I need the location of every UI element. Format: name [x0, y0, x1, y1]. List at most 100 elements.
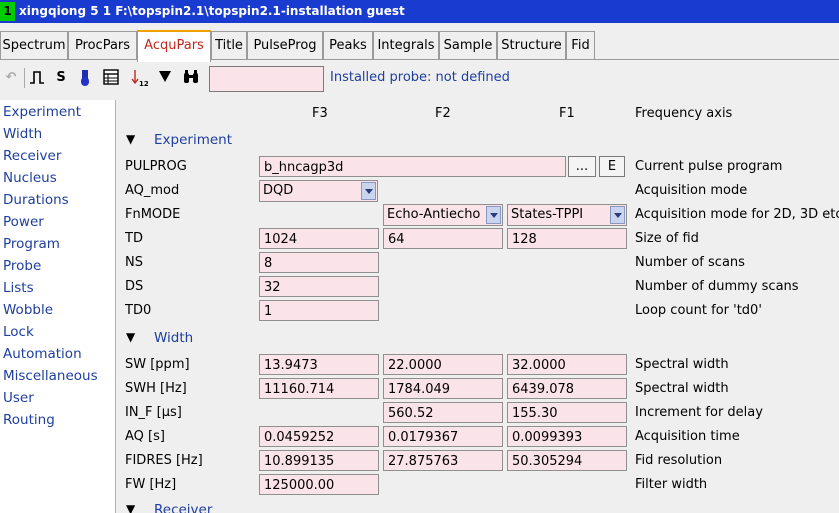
fnmode-f2-select[interactable]: Echo-Antiecho	[383, 204, 503, 226]
sidebar-item-durations[interactable]: Durations	[3, 192, 69, 208]
column-header-f1: F1	[559, 106, 575, 121]
column-header-f2: F2	[435, 106, 451, 121]
in-f-f1-field[interactable]: 155.30	[507, 402, 627, 423]
collapse-triangle-icon[interactable]: ▼	[126, 330, 135, 344]
aq-f3-field[interactable]: 0.0459252	[259, 426, 379, 447]
param-desc-aq-mod: Acquisition mode	[635, 183, 748, 198]
tab-structure[interactable]: Structure	[497, 31, 566, 59]
param-desc-sw: Spectral width	[635, 357, 729, 372]
chevron-down-icon[interactable]	[361, 182, 376, 200]
chevron-down-icon[interactable]	[486, 206, 501, 224]
td-f3-field[interactable]: 1024	[259, 228, 379, 249]
sidebar-item-automation[interactable]: Automation	[3, 346, 82, 362]
chevron-down-icon[interactable]	[610, 206, 625, 224]
sidebar-item-routing[interactable]: Routing	[3, 412, 55, 428]
param-desc-td0: Loop count for 'td0'	[635, 303, 762, 318]
ns-field[interactable]: 8	[259, 252, 379, 273]
sidebar-item-program[interactable]: Program	[3, 236, 60, 252]
table-icon[interactable]	[100, 66, 122, 90]
window-title: xingqiong 5 1 F:\topspin2.1\topspin2.1-i…	[19, 4, 405, 18]
pulprog-field[interactable]: b_hncagp3d	[259, 156, 566, 177]
in-f-f2-field[interactable]: 560.52	[383, 402, 503, 423]
fnmode-f1-select[interactable]: States-TPPI	[507, 204, 627, 226]
section-experiment[interactable]: Experiment	[154, 132, 232, 148]
fidres-f2-field[interactable]: 27.875763	[383, 450, 503, 471]
param-desc-fw: Filter width	[635, 477, 708, 492]
column-header-f3: F3	[312, 106, 328, 121]
tab-sample[interactable]: Sample	[439, 31, 497, 59]
sidebar-item-experiment[interactable]: Experiment	[3, 104, 81, 120]
s-icon[interactable]: S	[50, 66, 72, 90]
tab-peaks[interactable]: Peaks	[323, 31, 373, 59]
tab-integrals[interactable]: Integrals	[373, 31, 439, 59]
fnmode-f1-value: States-TPPI	[511, 207, 584, 222]
param-label-fnmode: FnMODE	[125, 207, 181, 222]
swh-f3-field[interactable]: 11160.714	[259, 378, 379, 399]
td0-field[interactable]: 1	[259, 300, 379, 321]
collapse-triangle-icon[interactable]: ▼	[126, 502, 135, 513]
tab-title[interactable]: Title	[211, 31, 247, 59]
param-label-ns: NS	[125, 255, 143, 270]
tab-spectrum[interactable]: Spectrum	[0, 31, 68, 59]
probe-tube-icon[interactable]	[74, 66, 96, 90]
section-width[interactable]: Width	[154, 330, 193, 346]
param-desc-ds: Number of dummy scans	[635, 279, 799, 294]
param-label-ds: DS	[125, 279, 144, 294]
param-desc-swh: Spectral width	[635, 381, 729, 396]
aq-mod-select[interactable]: DQD	[259, 180, 378, 202]
section-receiver[interactable]: Receiver	[154, 502, 212, 513]
param-label-sw: SW [ppm]	[125, 357, 190, 372]
param-desc-in-f: Increment for delay	[635, 405, 763, 420]
sidebar-item-nucleus[interactable]: Nucleus	[3, 170, 57, 186]
sidebar-item-wobble[interactable]: Wobble	[3, 302, 53, 318]
tab-procpars[interactable]: ProcPars	[68, 31, 137, 59]
swh-f2-field[interactable]: 1784.049	[383, 378, 503, 399]
sw-f2-field[interactable]: 22.0000	[383, 354, 503, 375]
pulse-icon[interactable]	[26, 66, 48, 90]
sidebar-item-lock[interactable]: Lock	[3, 324, 34, 340]
fw-field[interactable]: 125000.00	[259, 474, 379, 495]
ds-field[interactable]: 32	[259, 276, 379, 297]
param-label-swh: SWH [Hz]	[125, 381, 187, 396]
sidebar-item-probe[interactable]: Probe	[3, 258, 41, 274]
search-input[interactable]	[209, 66, 324, 92]
tab-acqupars[interactable]: AcquPars	[137, 30, 211, 62]
param-label-td0: TD0	[125, 303, 152, 318]
tab-fid[interactable]: Fid	[566, 31, 595, 59]
browse-pulprog-button[interactable]: ...	[568, 156, 596, 177]
undo-icon[interactable]: ↶	[0, 66, 22, 90]
param-desc-ns: Number of scans	[635, 255, 745, 270]
td-f1-field[interactable]: 128	[507, 228, 627, 249]
sidebar-item-lists[interactable]: Lists	[3, 280, 34, 296]
param-desc-pulprog: Current pulse program	[635, 159, 783, 174]
sidebar-item-receiver[interactable]: Receiver	[3, 148, 61, 164]
sidebar-item-power[interactable]: Power	[3, 214, 44, 230]
aq-f1-field[interactable]: 0.0099393	[507, 426, 627, 447]
title-bar: 1 xingqiong 5 1 F:\topspin2.1\topspin2.1…	[0, 0, 839, 23]
svg-text:12: 12	[139, 80, 148, 87]
binoculars-icon[interactable]	[180, 66, 202, 90]
param-label-aq-mod: AQ_mod	[125, 183, 180, 198]
sort-icon[interactable]: 12	[128, 66, 150, 90]
sw-f3-field[interactable]: 13.9473	[259, 354, 379, 375]
sidebar-item-user[interactable]: User	[3, 390, 34, 406]
param-desc-td: Size of fid	[635, 231, 699, 246]
tab-pulseprog[interactable]: PulseProg	[247, 31, 323, 59]
edit-pulprog-button[interactable]: E	[599, 156, 625, 177]
fidres-f3-field[interactable]: 10.899135	[259, 450, 379, 471]
param-label-td: TD	[125, 231, 143, 246]
param-desc-fnmode: Acquisition mode for 2D, 3D etc.	[635, 207, 839, 222]
sidebar-item-miscellaneous[interactable]: Miscellaneous	[3, 368, 98, 384]
swh-f1-field[interactable]: 6439.078	[507, 378, 627, 399]
filter-icon[interactable]	[154, 66, 176, 90]
sidebar-item-width[interactable]: Width	[3, 126, 42, 142]
sw-f1-field[interactable]: 32.0000	[507, 354, 627, 375]
aq-f2-field[interactable]: 0.0179367	[383, 426, 503, 447]
td-f2-field[interactable]: 64	[383, 228, 503, 249]
collapse-triangle-icon[interactable]: ▼	[126, 132, 135, 146]
fidres-f1-field[interactable]: 50.305294	[507, 450, 627, 471]
param-label-aq: AQ [s]	[125, 429, 165, 444]
parameter-panel: F3 F2 F1 Frequency axis ▼ Experiment PUL…	[116, 100, 839, 513]
fnmode-f2-value: Echo-Antiecho	[387, 207, 481, 222]
tab-bar: Spectrum ProcPars AcquPars Title PulsePr…	[0, 30, 839, 62]
